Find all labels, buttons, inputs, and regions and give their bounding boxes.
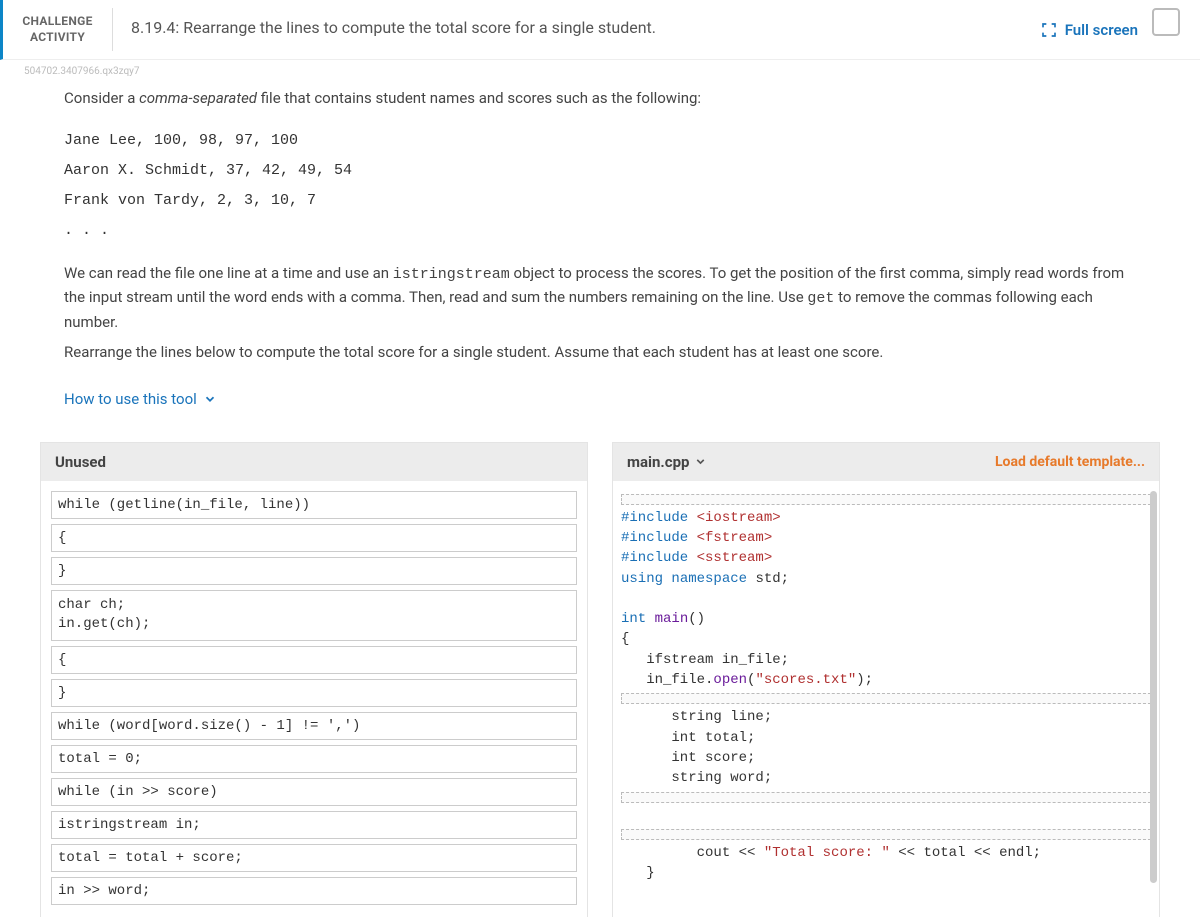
code-block[interactable]: { — [51, 524, 577, 552]
scrollbar[interactable] — [1150, 491, 1157, 884]
activity-title: 8.19.4: Rearrange the lines to compute t… — [113, 8, 1041, 51]
code-panel: main.cpp Load default template... #inclu… — [612, 442, 1160, 917]
code-block[interactable]: while (in >> score) — [51, 778, 577, 806]
inline-code: get — [807, 290, 834, 307]
code-block[interactable]: total = 0; — [51, 745, 577, 773]
sample-line: Aaron X. Schmidt, 37, 42, 49, 54 — [64, 156, 1136, 186]
code-block[interactable]: while (word[word.size() - 1] != ',') — [51, 712, 577, 740]
rearrange-editor: Unused while (getline(in_file, line)) { … — [0, 442, 1200, 917]
code-block[interactable]: char ch; in.get(ch); — [51, 590, 577, 641]
code-block[interactable]: while (getline(in_file, line)) — [51, 491, 577, 519]
load-default-template-link[interactable]: Load default template... — [995, 454, 1145, 470]
drop-slot[interactable] — [621, 829, 1151, 840]
sample-line: Frank von Tardy, 2, 3, 10, 7 — [64, 186, 1136, 216]
code-drop-area[interactable]: #include <iostream> #include <fstream> #… — [613, 481, 1159, 894]
code-block[interactable]: total = total + score; — [51, 844, 577, 872]
file-dropdown[interactable]: main.cpp — [627, 453, 707, 471]
completion-checkbox[interactable] — [1152, 8, 1180, 36]
fullscreen-icon — [1041, 22, 1057, 38]
fullscreen-label: Full screen — [1065, 21, 1138, 39]
instruction-paragraph: Rearrange the lines below to compute the… — [64, 341, 1136, 364]
unused-panel: Unused while (getline(in_file, line)) { … — [40, 442, 588, 917]
drop-slot[interactable] — [621, 693, 1151, 704]
challenge-label-line1: CHALLENGE — [22, 14, 92, 28]
drop-slot[interactable] — [621, 792, 1151, 803]
unused-blocks-list[interactable]: while (getline(in_file, line)) { } char … — [41, 481, 587, 917]
activity-header: CHALLENGE ACTIVITY 8.19.4: Rearrange the… — [0, 0, 1200, 60]
sample-line: . . . — [64, 216, 1136, 246]
unused-title: Unused — [55, 453, 106, 471]
italic-term: comma-separated — [139, 89, 257, 107]
challenge-label-line2: ACTIVITY — [30, 30, 85, 44]
sample-data-block: Jane Lee, 100, 98, 97, 100 Aaron X. Schm… — [64, 126, 1136, 246]
drop-slot[interactable] — [621, 494, 1151, 505]
file-name: main.cpp — [627, 453, 689, 471]
question-id: 504702.3407966.qx3zqy7 — [0, 60, 1200, 77]
challenge-activity-label: CHALLENGE ACTIVITY — [3, 8, 113, 51]
code-block[interactable]: } — [51, 557, 577, 585]
code-block[interactable]: { — [51, 646, 577, 674]
intro-paragraph: Consider a comma-separated file that con… — [64, 87, 1136, 110]
prose-content: Consider a comma-separated file that con… — [0, 77, 1200, 428]
chevron-down-icon — [694, 455, 707, 468]
sample-line: Jane Lee, 100, 98, 97, 100 — [64, 126, 1136, 156]
unused-panel-header: Unused — [41, 443, 587, 481]
inline-code: istringstream — [393, 266, 510, 283]
explanation-paragraph: We can read the file one line at a time … — [64, 262, 1136, 334]
tool-link-label: How to use this tool — [64, 390, 197, 408]
code-panel-header: main.cpp Load default template... — [613, 443, 1159, 481]
chevron-down-icon — [203, 392, 217, 406]
code-block[interactable]: } — [51, 679, 577, 707]
code-block[interactable]: istringstream in; — [51, 811, 577, 839]
fullscreen-button[interactable]: Full screen — [1041, 8, 1138, 51]
code-block[interactable]: in >> word; — [51, 877, 577, 905]
how-to-use-tool-link[interactable]: How to use this tool — [64, 390, 217, 408]
